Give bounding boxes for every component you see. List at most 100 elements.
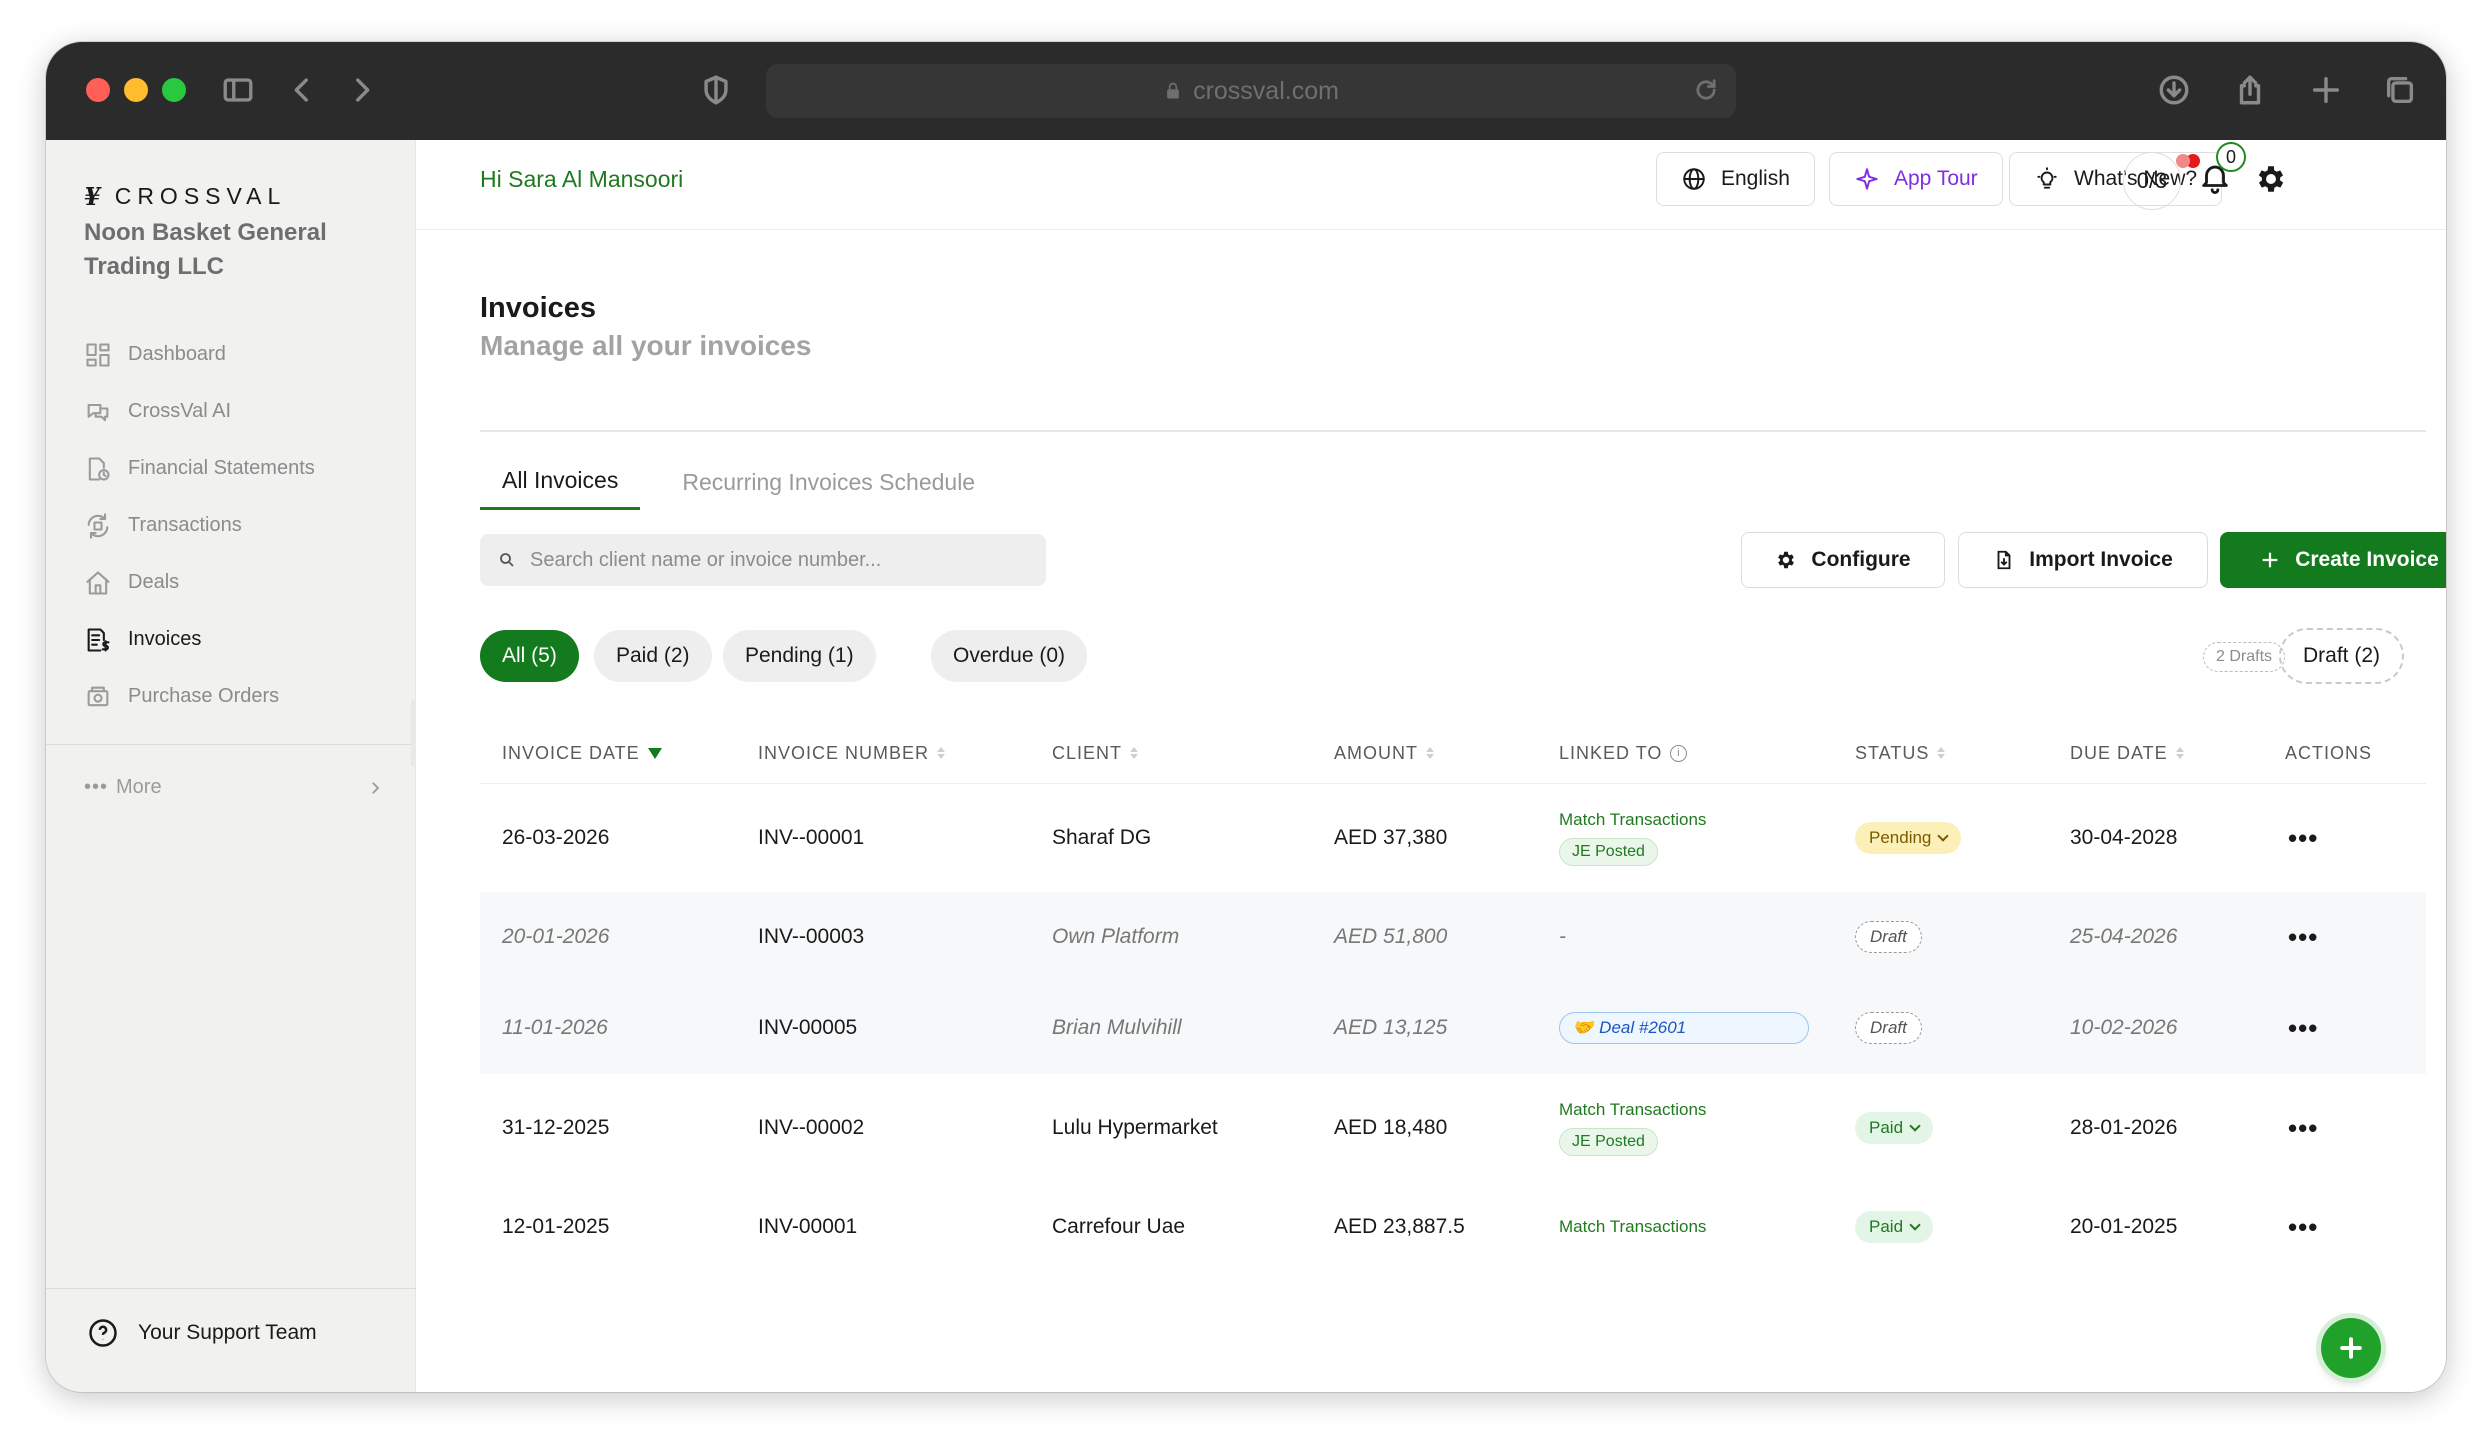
more-actions-icon[interactable]: ••• <box>2288 823 2318 854</box>
tab-all-invoices[interactable]: All Invoices <box>480 454 641 510</box>
status-badge[interactable]: Draft <box>1855 921 1922 953</box>
filter-overdue[interactable]: Overdue (0) <box>931 630 1088 682</box>
status-badge[interactable]: Pending <box>1855 822 1962 854</box>
title-divider <box>480 430 2426 432</box>
minimize-window-button[interactable] <box>124 78 148 102</box>
gear-icon[interactable] <box>2254 162 2290 198</box>
status-badge[interactable]: Draft <box>1855 1012 1922 1044</box>
greeting: Hi Sara Al Mansoori <box>480 166 684 192</box>
filter-pending[interactable]: Pending (1) <box>723 630 876 682</box>
back-icon[interactable] <box>282 70 322 110</box>
client-name: Lulu Hypermarket <box>1052 1116 1218 1139</box>
table-row[interactable]: 11-01-2026 INV-00005 Brian Mulvihill AED… <box>480 982 2426 1074</box>
logo-text: CROSSVAL <box>114 183 287 209</box>
support-link[interactable]: Your Support Team <box>88 1318 317 1348</box>
client-name: Sharaf DG <box>1052 826 1152 849</box>
share-icon[interactable] <box>2230 70 2270 110</box>
deal-link[interactable]: 🤝 Deal #2601 <box>1559 1012 1809 1044</box>
draft-filter-button[interactable]: Draft (2) <box>2279 628 2405 684</box>
top-bar: Hi Sara Al Mansoori English App Tour Wha… <box>416 140 2446 230</box>
invoice-number[interactable]: INV-00005 <box>758 982 857 1074</box>
app-tour-button[interactable]: App Tour <box>1829 152 2003 206</box>
new-tab-icon[interactable] <box>2306 70 2346 110</box>
col-invoice-number[interactable]: INVOICE NUMBER <box>758 722 946 784</box>
col-status[interactable]: STATUS <box>1855 722 1946 784</box>
crossval-logo[interactable]: ¥ CROSSVAL <box>84 182 286 211</box>
privacy-shield-icon[interactable] <box>696 70 736 110</box>
sidebar-divider-bottom <box>46 1288 416 1289</box>
notification-badge: 0 <box>2216 142 2246 172</box>
search-input[interactable]: Search client name or invoice number... <box>480 534 1046 586</box>
handshake-icon: 🤝 <box>1572 1018 1594 1037</box>
match-transactions-link[interactable]: Match Transactions <box>1559 1217 1706 1237</box>
sidebar-item-purchase-orders[interactable]: Purchase Orders <box>84 668 384 725</box>
invoice-number[interactable]: INV-00001 <box>758 1182 857 1272</box>
col-invoice-date[interactable]: INVOICE DATE <box>502 722 662 784</box>
sort-icon <box>2175 747 2184 759</box>
row-actions-cell: ••• <box>2288 1182 2318 1272</box>
column-label: ACTIONS <box>2285 742 2373 763</box>
more-actions-icon[interactable]: ••• <box>2288 1013 2318 1044</box>
table-header: INVOICE DATE INVOICE NUMBER CLIENT AMOUN… <box>480 722 2426 784</box>
invoice-number[interactable]: INV--00001 <box>758 784 864 892</box>
more-actions-icon[interactable]: ••• <box>2288 1113 2318 1144</box>
close-window-button[interactable] <box>86 78 110 102</box>
sidebar-toggle-icon[interactable] <box>218 70 258 110</box>
table-row[interactable]: 31-12-2025 INV--00002 Lulu Hypermarket A… <box>480 1074 2426 1182</box>
invoice-number[interactable]: INV--00003 <box>758 892 864 982</box>
search-icon <box>500 553 514 567</box>
sidebar-item-label: Transactions <box>128 514 242 536</box>
help-circle-icon <box>89 1319 117 1347</box>
language-button[interactable]: English <box>1656 152 1815 206</box>
table-row[interactable]: 26-03-2026 INV--00001 Sharaf DG AED 37,3… <box>480 784 2426 892</box>
sidebar-item-financial-statements[interactable]: Financial Statements <box>84 440 384 497</box>
zoom-window-button[interactable] <box>162 78 186 102</box>
match-transactions-link[interactable]: Match Transactions <box>1559 810 1706 830</box>
status-badge[interactable]: Paid <box>1855 1211 1934 1243</box>
sidebar-more[interactable]: ••• More <box>84 776 384 799</box>
sidebar-item-crossval-ai[interactable]: CrossVal AI <box>84 383 384 440</box>
col-actions: ACTIONS <box>2285 722 2372 784</box>
tab-recurring-schedule[interactable]: Recurring Invoices Schedule <box>660 454 997 510</box>
sidebar-item-dashboard[interactable]: Dashboard <box>84 326 384 383</box>
more-actions-icon[interactable]: ••• <box>2288 1212 2318 1243</box>
sidebar-item-label: CrossVal AI <box>128 400 231 422</box>
browser-toolbar: crossval.com <box>46 42 2446 140</box>
import-invoice-button[interactable]: Import Invoice <box>1958 532 2208 588</box>
sidebar-item-deals[interactable]: Deals <box>84 554 384 611</box>
more-actions-icon[interactable]: ••• <box>2288 922 2318 953</box>
app-tour-label: App Tour <box>1894 167 1978 190</box>
match-transactions-link[interactable]: Match Transactions <box>1559 1100 1706 1120</box>
reload-icon[interactable] <box>1692 76 1722 106</box>
address-bar[interactable]: crossval.com <box>766 64 1736 118</box>
table-row[interactable]: 20-01-2026 INV--00003 Own Platform AED 5… <box>480 892 2426 982</box>
drafts-count-tag: 2 Drafts <box>2203 642 2286 672</box>
sort-icon <box>1426 747 1434 759</box>
invoice-number[interactable]: INV--00002 <box>758 1074 864 1182</box>
language-label: English <box>1721 167 1790 190</box>
status-badge[interactable]: Paid <box>1855 1112 1934 1144</box>
amount: AED 23,887.5 <box>1334 1215 1465 1238</box>
tab-overview-icon[interactable] <box>2380 70 2420 110</box>
status-cell: Paid <box>1855 1182 1934 1272</box>
filter-all[interactable]: All (5) <box>480 630 579 682</box>
configure-button[interactable]: Configure <box>1741 532 1945 588</box>
col-client[interactable]: CLIENT <box>1052 722 1139 784</box>
column-label: STATUS <box>1855 742 1930 763</box>
quick-add-button[interactable] <box>2321 1318 2381 1378</box>
sidebar-item-transactions[interactable]: Transactions <box>84 497 384 554</box>
search-placeholder: Search client name or invoice number... <box>530 548 882 571</box>
onboarding-progress[interactable]: 0/3 <box>2123 152 2181 210</box>
linked-to: Match Transactions <box>1559 1182 1706 1272</box>
download-icon[interactable] <box>2154 70 2194 110</box>
column-label: INVOICE NUMBER <box>758 742 930 763</box>
table-row[interactable]: 12-01-2025 INV-00001 Carrefour Uae AED 2… <box>480 1182 2426 1272</box>
col-amount[interactable]: AMOUNT <box>1334 722 1434 784</box>
create-invoice-button[interactable]: Create Invoice <box>2220 532 2446 588</box>
sidebar-item-invoices[interactable]: Invoices <box>84 611 384 668</box>
forward-icon[interactable] <box>342 70 382 110</box>
col-due-date[interactable]: DUE DATE <box>2070 722 2184 784</box>
filter-paid[interactable]: Paid (2) <box>594 630 712 682</box>
info-icon[interactable]: i <box>1670 744 1688 762</box>
client-name: Own Platform <box>1052 925 1180 948</box>
